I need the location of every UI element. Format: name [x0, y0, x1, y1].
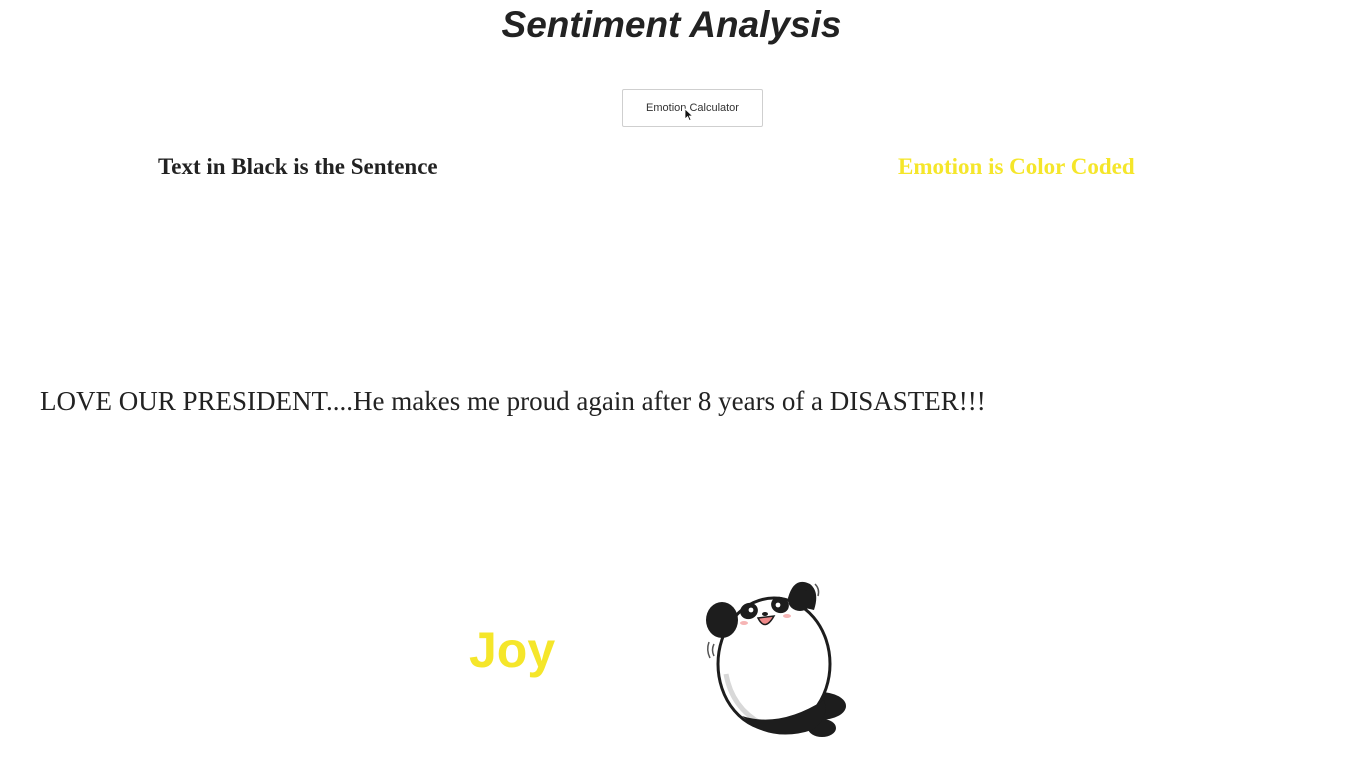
analyzed-sentence: LOVE OUR PRESIDENT....He makes me proud … [40, 386, 986, 416]
panda-waving-icon [706, 581, 846, 737]
mouse-cursor-icon [684, 108, 694, 122]
emotion-legend-text: Emotion is Color Coded [898, 154, 1135, 179]
emotion-result-label: Joy [469, 622, 556, 678]
page-title: Sentiment Analysis [501, 4, 842, 45]
sentence-legend-text: Text in Black is the Sentence [158, 154, 438, 179]
